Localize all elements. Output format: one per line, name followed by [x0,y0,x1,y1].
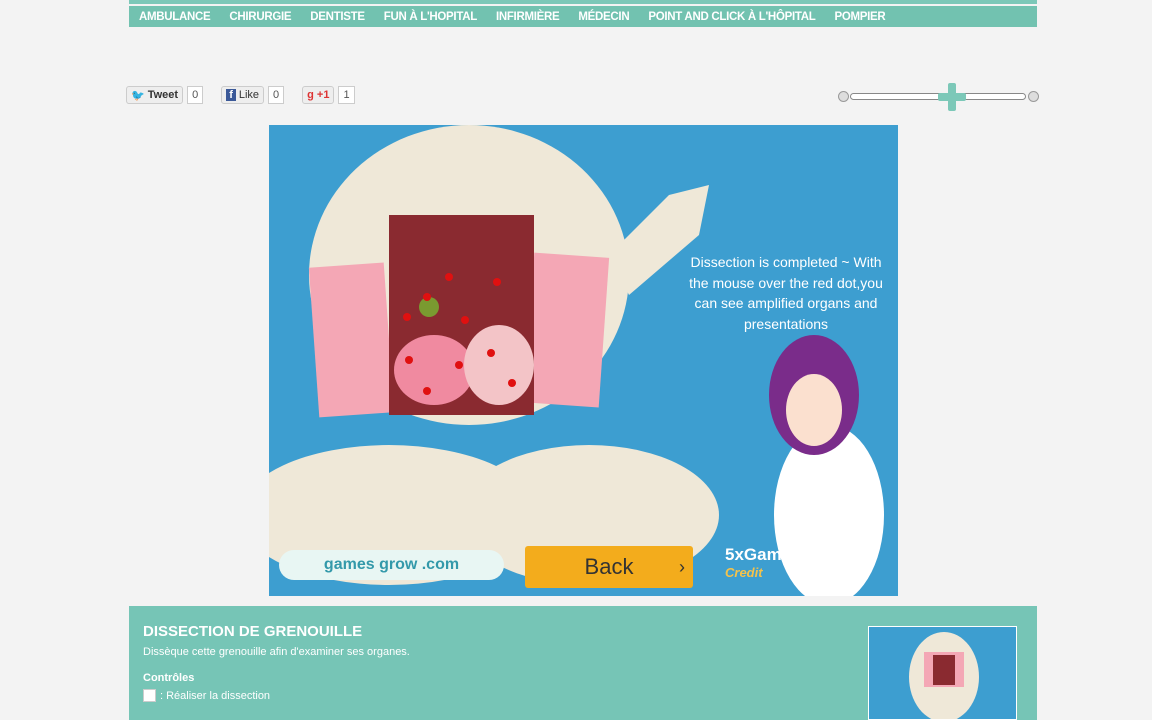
google-plus-button[interactable]: g +1 [302,86,335,104]
mouse-click-icon [143,689,156,702]
zoom-out-icon[interactable] [838,91,849,102]
nav-chirurgie[interactable]: CHIRURGIE [229,11,291,23]
zoom-handle[interactable] [938,83,967,111]
game-message: Dissection is completed ~ With the mouse… [689,254,883,332]
zoom-slider[interactable] [838,83,1043,111]
twitter-icon: 🐦 [131,89,145,102]
facebook-icon: f [226,89,236,101]
tweet-button[interactable]: 🐦 Tweet [126,86,184,104]
5xgame-credit[interactable]: 5xGame.com Credit [725,545,831,580]
nav-dentiste[interactable]: DENTISTE [310,11,365,23]
game-canvas[interactable]: Dissection is completed ~ With the mouse… [269,125,898,596]
control-text: : Réaliser la dissection [160,689,271,702]
frog-illustration [269,125,884,596]
credit-label: Credit [725,565,763,580]
like-button[interactable]: f Like [221,86,265,104]
zoom-in-icon[interactable] [1028,91,1039,102]
nav-infirmiere[interactable]: INFIRMIÈRE [496,11,560,23]
google-icon: g [307,89,314,101]
like-count: 0 [268,86,285,104]
nav-pompier[interactable]: POMPIER [834,11,885,23]
game-info-panel: DISSECTION DE GRENOUILLE Dissèque cette … [129,606,1037,720]
nav-ambulance[interactable]: AMBULANCE [139,11,211,23]
thumbnail-image [909,632,979,719]
tweet-count: 0 [187,86,204,104]
credit-brand: 5xGame.com [725,545,831,564]
plus-label: +1 [316,89,330,101]
game-thumbnail[interactable] [868,626,1017,720]
top-border [129,0,1037,4]
plus-count: 1 [338,86,355,104]
social-buttons: 🐦 Tweet 0 f Like 0 g +1 1 [126,86,369,104]
back-label: Back [584,554,634,579]
tweet-label: Tweet [147,89,179,101]
like-label: Like [238,89,260,101]
gamesgrow-logo[interactable]: games grow .com [279,550,504,580]
nav-medecin[interactable]: MÉDECIN [578,11,629,23]
category-nav: AMBULANCE CHIRURGIE DENTISTE FUN À L'HOP… [129,6,1037,27]
nav-point-and-click[interactable]: POINT AND CLICK À L'HÔPITAL [648,11,815,23]
chevron-right-icon: › [679,556,685,577]
back-button[interactable]: Back › [525,546,693,588]
nav-fun-hopital[interactable]: FUN À L'HOPITAL [384,11,478,23]
